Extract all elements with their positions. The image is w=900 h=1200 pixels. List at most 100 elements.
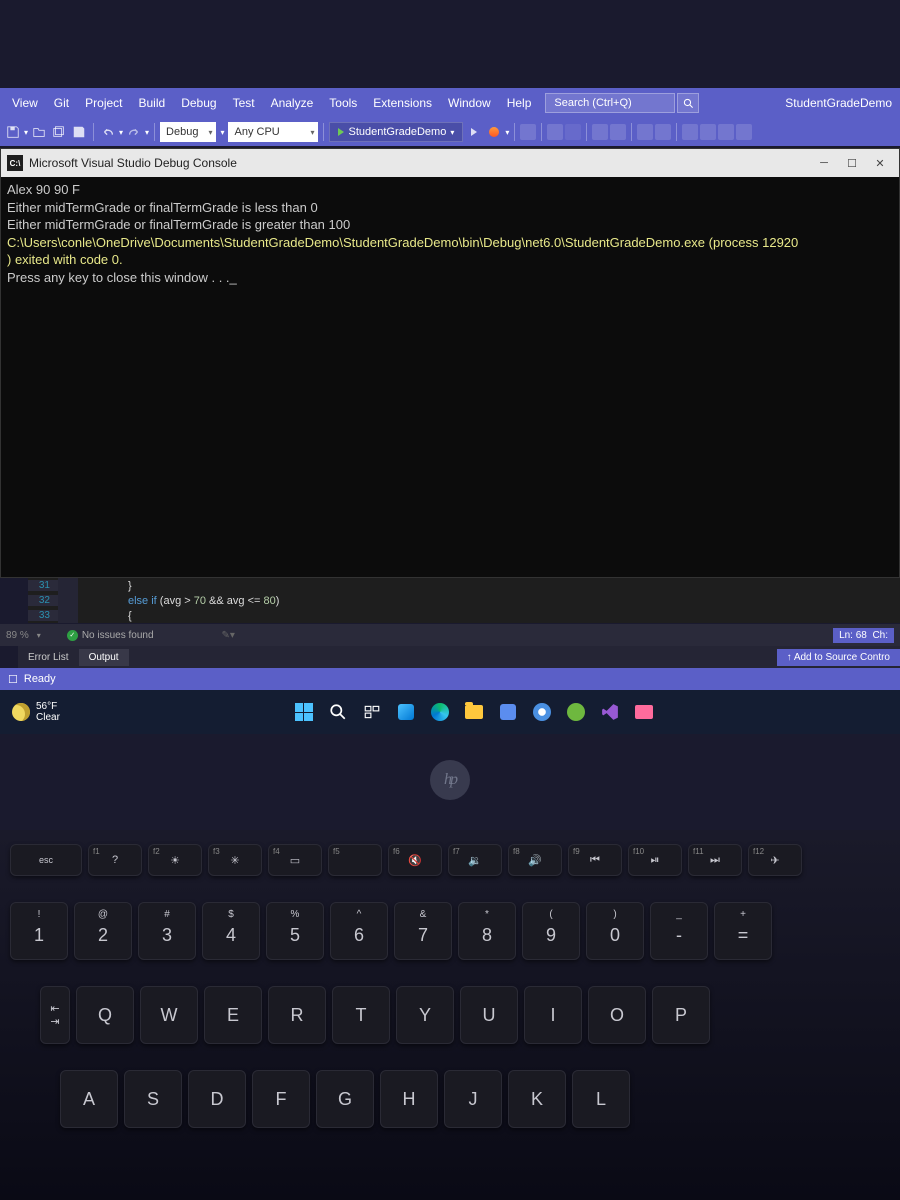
- key-f6: f6🔇: [388, 844, 442, 876]
- key-f11: f11⏭: [688, 844, 742, 876]
- key-i: I: [524, 986, 582, 1044]
- key-f10: f10⏯: [628, 844, 682, 876]
- minimize-icon[interactable]: ─: [817, 156, 831, 170]
- issues-indicator[interactable]: ✓ No issues found: [67, 630, 154, 641]
- key-9: (9: [522, 902, 580, 960]
- search-icon[interactable]: [677, 93, 699, 113]
- close-icon[interactable]: ✕: [873, 156, 887, 170]
- line-number: 31: [28, 580, 58, 591]
- key-l: L: [572, 1070, 630, 1128]
- platform-dropdown[interactable]: Any CPU: [228, 122, 318, 142]
- search-input[interactable]: Search (Ctrl+Q): [545, 93, 675, 113]
- menu-extensions[interactable]: Extensions: [365, 92, 440, 114]
- start-button[interactable]: [291, 699, 317, 725]
- line-number: 33: [28, 610, 58, 621]
- menu-view[interactable]: View: [4, 92, 46, 114]
- tb-misc-6[interactable]: [637, 124, 653, 140]
- app-icon-1[interactable]: [529, 699, 555, 725]
- tb-misc-9[interactable]: [700, 124, 716, 140]
- menu-bar: View Git Project Build Debug Test Analyz…: [0, 88, 900, 118]
- run-no-debug-icon[interactable]: [465, 123, 483, 141]
- menu-git[interactable]: Git: [46, 92, 77, 114]
- config-dropdown[interactable]: Debug: [160, 122, 216, 142]
- explorer-icon[interactable]: [461, 699, 487, 725]
- key-u: U: [460, 986, 518, 1044]
- menu-debug[interactable]: Debug: [173, 92, 224, 114]
- save-disk-icon[interactable]: [70, 123, 88, 141]
- menu-project[interactable]: Project: [77, 92, 130, 114]
- tab-output[interactable]: Output: [79, 649, 129, 666]
- key-f4: f4▭: [268, 844, 322, 876]
- search-taskbar-icon[interactable]: [325, 699, 351, 725]
- task-view-icon[interactable]: [359, 699, 385, 725]
- zoom-percent[interactable]: 89 %: [6, 630, 29, 641]
- status-ready: Ready: [24, 673, 56, 685]
- key-r: R: [268, 986, 326, 1044]
- hp-logo: hp: [430, 760, 470, 800]
- code-editor[interactable]: 31 } 32 else if (avg > 70 && avg <= 80) …: [28, 578, 900, 623]
- key-f12: f12✈: [748, 844, 802, 876]
- windows-taskbar[interactable]: 56°F Clear: [0, 690, 900, 734]
- key-f5: f5: [328, 844, 382, 876]
- key-8: *8: [458, 902, 516, 960]
- code-text: else if (avg > 70 && avg <= 80): [78, 595, 279, 607]
- toolbar: ▾ ▾ ▾ Debug ▾ Any CPU StudentGradeDemo ▾…: [0, 118, 900, 146]
- key-f7: f7🔉: [448, 844, 502, 876]
- visual-studio-icon[interactable]: [597, 699, 623, 725]
- tab-error-list[interactable]: Error List: [18, 649, 79, 666]
- save-icon[interactable]: [4, 123, 22, 141]
- widgets-icon[interactable]: [393, 699, 419, 725]
- menu-test[interactable]: Test: [225, 92, 263, 114]
- maximize-icon[interactable]: ☐: [845, 156, 859, 170]
- undo-icon[interactable]: [99, 123, 117, 141]
- store-icon[interactable]: [495, 699, 521, 725]
- app-title: StudentGradeDemo: [785, 96, 892, 110]
- key-t: T: [332, 986, 390, 1044]
- key-7: &7: [394, 902, 452, 960]
- open-icon[interactable]: [30, 123, 48, 141]
- key-3: #3: [138, 902, 196, 960]
- run-button[interactable]: StudentGradeDemo ▾: [329, 122, 463, 142]
- menu-window[interactable]: Window: [440, 92, 499, 114]
- menu-build[interactable]: Build: [131, 92, 174, 114]
- key-f2: f2☀: [148, 844, 202, 876]
- tb-misc-7[interactable]: [655, 124, 671, 140]
- tb-misc-1[interactable]: [520, 124, 536, 140]
- tb-misc-5[interactable]: [610, 124, 626, 140]
- weather-widget[interactable]: 56°F Clear: [12, 701, 60, 723]
- console-output[interactable]: Alex 90 90 F Either midTermGrade or fina…: [1, 177, 899, 577]
- app-icon-3[interactable]: [631, 699, 657, 725]
- add-to-source-control-button[interactable]: ↑ Add to Source Contro: [777, 649, 900, 666]
- menu-analyze[interactable]: Analyze: [263, 92, 322, 114]
- save-all-icon[interactable]: [50, 123, 68, 141]
- tb-misc-4[interactable]: [592, 124, 608, 140]
- temperature: 56°F: [36, 701, 60, 712]
- tb-misc-8[interactable]: [682, 124, 698, 140]
- key-s: S: [124, 1070, 182, 1128]
- tb-misc-10[interactable]: [718, 124, 734, 140]
- tb-misc-3[interactable]: [565, 124, 581, 140]
- cursor-position[interactable]: Ln: 68 Ch:: [833, 628, 894, 643]
- menu-tools[interactable]: Tools: [321, 92, 365, 114]
- key-0: )0: [586, 902, 644, 960]
- key-4: $4: [202, 902, 260, 960]
- hot-reload-icon[interactable]: [485, 123, 503, 141]
- menu-help[interactable]: Help: [499, 92, 540, 114]
- console-line: Alex 90 90 F: [7, 181, 893, 199]
- key--: _-: [650, 902, 708, 960]
- key-5: %5: [266, 902, 324, 960]
- weather-condition: Clear: [36, 712, 60, 723]
- physical-keyboard: escf1?f2☀f3✳f4▭f5f6🔇f7🔉f8🔊f9⏮f10⏯f11⏭f12…: [0, 830, 900, 1200]
- key-j: J: [444, 1070, 502, 1128]
- key-g: G: [316, 1070, 374, 1128]
- edge-icon[interactable]: [427, 699, 453, 725]
- tb-misc-11[interactable]: [736, 124, 752, 140]
- key-6: ^6: [330, 902, 388, 960]
- key-f3: f3✳: [208, 844, 262, 876]
- tb-misc-2[interactable]: [547, 124, 563, 140]
- redo-icon[interactable]: [125, 123, 143, 141]
- app-icon-2[interactable]: [563, 699, 589, 725]
- code-text: {: [78, 610, 132, 622]
- key-e: E: [204, 986, 262, 1044]
- console-titlebar[interactable]: C:\ Microsoft Visual Studio Debug Consol…: [1, 149, 899, 177]
